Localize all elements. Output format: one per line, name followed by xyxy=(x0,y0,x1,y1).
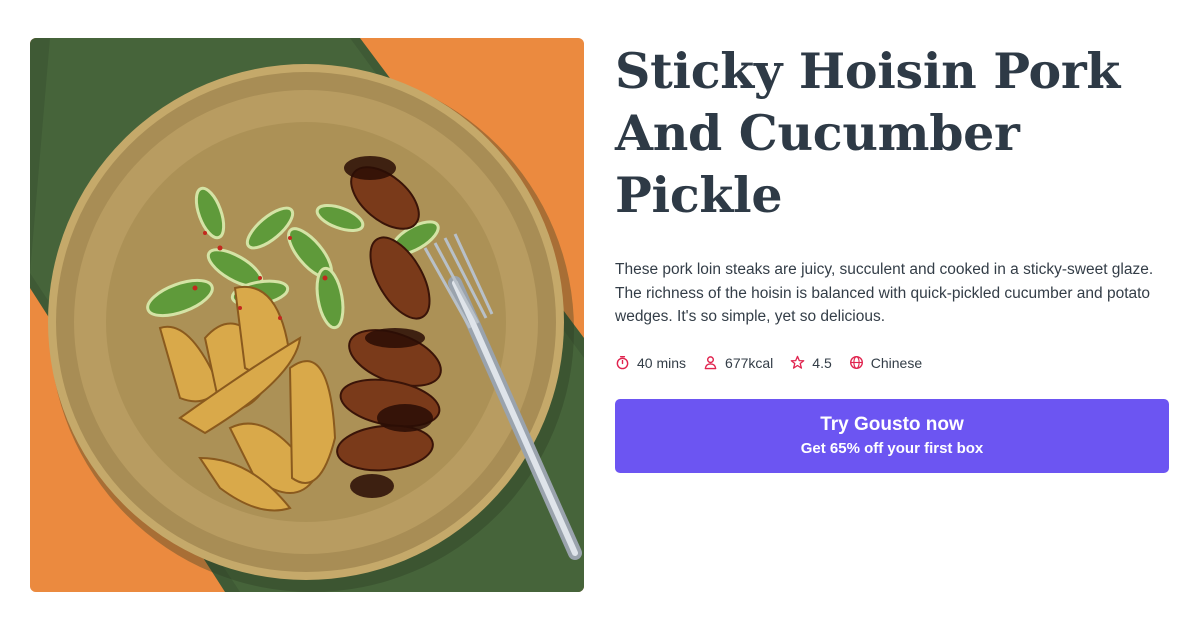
cuisine-label: Chinese xyxy=(870,354,923,371)
recipe-title: Sticky Hoisin Pork And Cucumber Pickle xyxy=(615,42,1121,224)
cook-time: 40 mins xyxy=(615,355,686,371)
cook-time-label: 40 mins xyxy=(637,354,687,371)
star-icon xyxy=(790,355,805,369)
calories-label: 677kcal xyxy=(725,354,774,371)
cta-title: Try Gousto now xyxy=(820,413,964,435)
person-icon xyxy=(704,356,717,370)
recipe-details: Sticky Hoisin Pork And Cucumber Pickle T… xyxy=(615,40,1171,473)
recipe-image xyxy=(30,38,584,592)
rating: 4.5 xyxy=(790,354,832,371)
rating-label: 4.5 xyxy=(812,354,832,371)
cuisine: Chinese xyxy=(849,355,922,371)
calories: 677kcal xyxy=(703,355,773,371)
recipe-card: Sticky Hoisin Pork And Cucumber Pickle T… xyxy=(0,0,1200,630)
globe-icon xyxy=(849,356,863,369)
recipe-meta: 40 mins 677kcal 4.5 Chinese xyxy=(615,355,1171,371)
timer-icon xyxy=(616,355,629,370)
try-gousto-button[interactable]: Try Gousto now Get 65% off your first bo… xyxy=(615,398,1169,473)
cta-subtitle: Get 65% off your first box xyxy=(800,439,984,457)
recipe-description: These pork loin steaks are juicy, succul… xyxy=(615,261,1154,325)
